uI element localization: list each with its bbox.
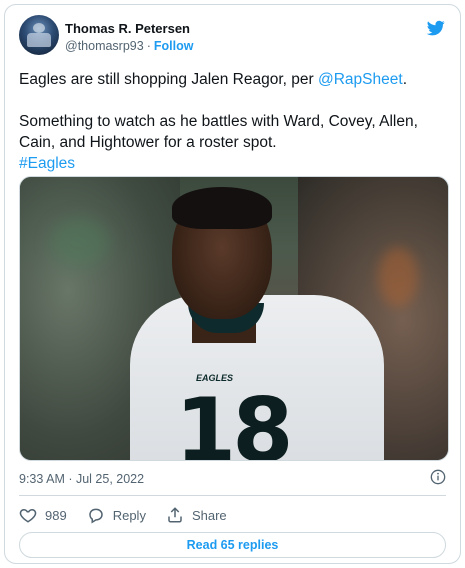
reply-bubble-icon	[88, 508, 103, 524]
reply-label: Reply	[112, 507, 146, 523]
avatar[interactable]	[19, 15, 59, 55]
follow-button[interactable]: Follow	[154, 39, 194, 53]
tweet-line-1: Eagles are still shopping Jalen Reagor, …	[19, 71, 407, 88]
divider	[19, 495, 446, 496]
separator-dot: ·	[146, 39, 151, 53]
like-button[interactable]: 989	[19, 506, 67, 524]
tweet-card: Thomas R. Petersen @thomasrp93 · Follow Ea…	[4, 4, 461, 564]
read-replies-button[interactable]: Read 65 replies	[19, 532, 446, 558]
info-icon[interactable]	[430, 469, 446, 485]
hashtag-link[interactable]: #Eagles	[19, 155, 75, 172]
share-icon	[168, 507, 182, 523]
tweet-header: Thomas R. Petersen @thomasrp93 · Follow	[19, 15, 446, 59]
tweet-text: Eagles are still shopping Jalen Reagor, …	[19, 69, 451, 174]
action-bar: 989 Reply Share	[19, 503, 247, 527]
jersey-number: 18	[175, 379, 293, 461]
share-button[interactable]: Share	[166, 506, 227, 524]
author-name[interactable]: Thomas R. Petersen	[65, 21, 190, 36]
author-handle-row: @thomasrp93 · Follow	[65, 39, 193, 53]
reply-button[interactable]: Reply	[87, 506, 146, 524]
like-count: 989	[45, 507, 67, 523]
twitter-bird-icon[interactable]	[426, 19, 446, 37]
mention-link[interactable]: @RapSheet	[318, 71, 403, 88]
author-handle[interactable]: @thomasrp93	[65, 39, 144, 53]
share-label: Share	[191, 507, 227, 523]
heart-icon	[19, 508, 37, 523]
tweet-timestamp[interactable]: 9:33 AM · Jul 25, 2022	[19, 472, 144, 486]
tweet-line-2: Something to watch as he battles with Wa…	[19, 113, 418, 172]
tweet-photo[interactable]: EAGLES 18	[19, 176, 449, 461]
